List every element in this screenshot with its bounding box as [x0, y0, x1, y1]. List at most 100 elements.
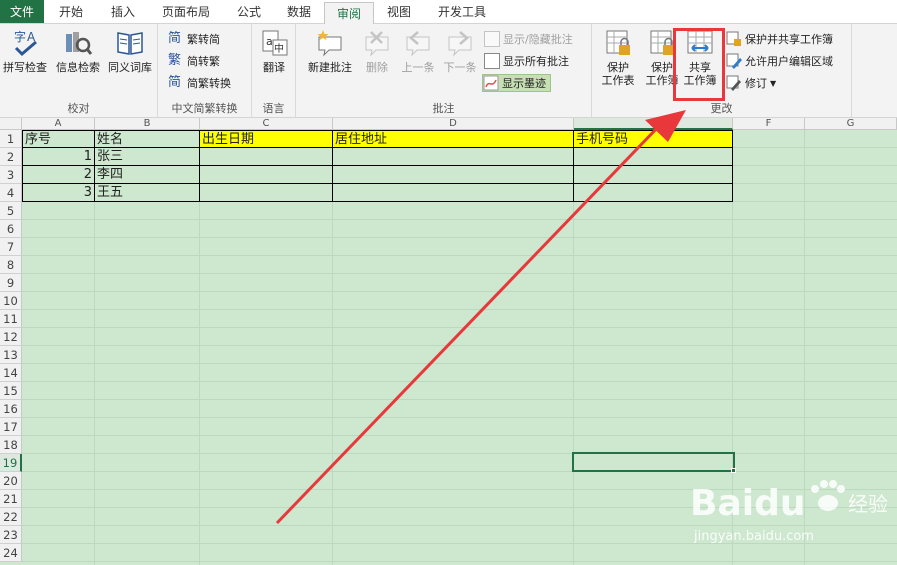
watermark-url: jingyan.baidu.com	[694, 529, 814, 544]
row-header-18[interactable]: 18	[0, 436, 22, 454]
simp-to-trad-button[interactable]: 繁 简转繁	[168, 52, 220, 70]
row-header-4[interactable]: 4	[0, 184, 22, 202]
cell-b1[interactable]: 姓名	[95, 130, 200, 148]
watermark-brand: Baidu	[690, 483, 805, 524]
cell-a2[interactable]: 1	[22, 148, 95, 166]
cell-b4[interactable]: 王五	[95, 184, 200, 202]
row-header-20[interactable]: 20	[0, 472, 22, 490]
cell-a1[interactable]: 序号	[22, 130, 95, 148]
row-header-3[interactable]: 3	[0, 166, 22, 184]
row-header-16[interactable]: 16	[0, 400, 22, 418]
gridline	[22, 255, 897, 256]
row-header-10[interactable]: 10	[0, 292, 22, 310]
gridline	[22, 345, 897, 346]
cell-a4[interactable]: 3	[22, 184, 95, 202]
column-header-a[interactable]: A	[22, 118, 95, 130]
next-comment-button[interactable]: 下一条	[440, 28, 480, 74]
column-header-d[interactable]: D	[333, 118, 574, 130]
cell-d2[interactable]	[333, 148, 574, 166]
row-header-19[interactable]: 19	[0, 454, 22, 472]
new-comment-icon	[317, 30, 342, 57]
cell-a3[interactable]: 2	[22, 166, 95, 184]
cell-e4[interactable]	[574, 184, 733, 202]
show-hide-comment-button[interactable]: 显示/隐藏批注	[484, 30, 573, 48]
cell-e2[interactable]	[574, 148, 733, 166]
column-header-e[interactable]: E	[574, 118, 733, 130]
cell-b3[interactable]: 李四	[95, 166, 200, 184]
tab-page-layout[interactable]: 页面布局	[148, 0, 224, 23]
show-hide-comment-icon	[484, 31, 500, 47]
row-header-6[interactable]: 6	[0, 220, 22, 238]
row-header-22[interactable]: 22	[0, 508, 22, 526]
gridline	[22, 435, 897, 436]
column-header-c[interactable]: C	[200, 118, 333, 130]
show-ink-button[interactable]: 显示墨迹	[482, 74, 551, 92]
tab-file[interactable]: 文件	[0, 0, 44, 23]
row-header-23[interactable]: 23	[0, 526, 22, 544]
thesaurus-button[interactable]: 同义词库	[104, 28, 156, 74]
research-button[interactable]: 信息检索	[52, 28, 104, 74]
row-header-24[interactable]: 24	[0, 544, 22, 562]
new-comment-button[interactable]: 新建批注	[302, 28, 358, 74]
gridline	[22, 399, 897, 400]
tab-insert[interactable]: 插入	[98, 0, 148, 23]
row-header-15[interactable]: 15	[0, 382, 22, 400]
baidu-watermark: Baidu 经验 jingyan.baidu.com	[690, 467, 890, 562]
row-header-17[interactable]: 17	[0, 418, 22, 436]
show-all-comments-button[interactable]: 显示所有批注	[484, 52, 569, 70]
column-header-g[interactable]: G	[805, 118, 897, 130]
row-header-2[interactable]: 2	[0, 148, 22, 166]
column-header-f[interactable]: F	[733, 118, 805, 130]
previous-comment-button[interactable]: 上一条	[398, 28, 438, 74]
row-header-8[interactable]: 8	[0, 256, 22, 274]
cell-c1[interactable]: 出生日期	[200, 130, 333, 148]
dropdown-arrow-icon: ▼	[770, 78, 777, 88]
simp-trad-icon: 繁	[168, 53, 182, 68]
group-label-changes: 更改	[710, 102, 733, 115]
svg-text:a: a	[266, 35, 273, 48]
row-header-14[interactable]: 14	[0, 364, 22, 382]
tab-data[interactable]: 数据	[274, 0, 324, 23]
column-header-b[interactable]: B	[95, 118, 200, 130]
show-all-comments-icon	[484, 53, 500, 69]
cell-b2[interactable]: 张三	[95, 148, 200, 166]
cell-d4[interactable]	[333, 184, 574, 202]
row-header-9[interactable]: 9	[0, 274, 22, 292]
gridline	[22, 453, 897, 454]
row-header-11[interactable]: 11	[0, 310, 22, 328]
cell-c2[interactable]	[200, 148, 333, 166]
spelling-button[interactable]: 字 A 拼写检查	[0, 28, 50, 74]
group-comments: 新建批注 删除 上一条 下一条 显示/隐藏批注 显示所有批注 显示墨迹 批注	[296, 24, 592, 118]
cell-c4[interactable]	[200, 184, 333, 202]
protect-share-workbook-button[interactable]: 保护并共享工作簿	[726, 30, 833, 48]
allow-edit-ranges-button[interactable]: 允许用户编辑区域	[726, 52, 833, 70]
gridline	[22, 363, 897, 364]
row-header-5[interactable]: 5	[0, 202, 22, 220]
protect-sheet-button[interactable]: 保护 工作表	[596, 28, 640, 87]
translate-icon: a 中	[262, 30, 288, 56]
highlight-box	[673, 28, 725, 101]
trad-to-simp-button[interactable]: 简 繁转简	[168, 30, 220, 48]
row-header-21[interactable]: 21	[0, 490, 22, 508]
tab-home[interactable]: 开始	[44, 0, 98, 23]
tab-view[interactable]: 视图	[374, 0, 424, 23]
svg-text:中: 中	[274, 42, 284, 55]
tab-review[interactable]: 审阅	[324, 2, 374, 24]
row-header-7[interactable]: 7	[0, 238, 22, 256]
tab-formulas[interactable]: 公式	[224, 0, 274, 23]
translate-button[interactable]: a 中 翻译	[256, 28, 292, 74]
cell-e3[interactable]	[574, 166, 733, 184]
select-all-corner[interactable]	[0, 118, 22, 130]
cell-c3[interactable]	[200, 166, 333, 184]
row-header-1[interactable]: 1	[0, 130, 22, 148]
tab-developer[interactable]: 开发工具	[424, 0, 500, 23]
cell-d3[interactable]	[333, 166, 574, 184]
allow-edit-icon	[726, 53, 742, 69]
cell-e1[interactable]: 手机号码	[574, 130, 733, 148]
convert-chinese-button[interactable]: 简 简繁转换	[168, 74, 231, 92]
row-header-12[interactable]: 12	[0, 328, 22, 346]
track-changes-button[interactable]: 修订 ▼	[726, 74, 776, 92]
cell-d1[interactable]: 居住地址	[333, 130, 574, 148]
row-header-13[interactable]: 13	[0, 346, 22, 364]
delete-comment-button[interactable]: 删除	[358, 28, 396, 74]
